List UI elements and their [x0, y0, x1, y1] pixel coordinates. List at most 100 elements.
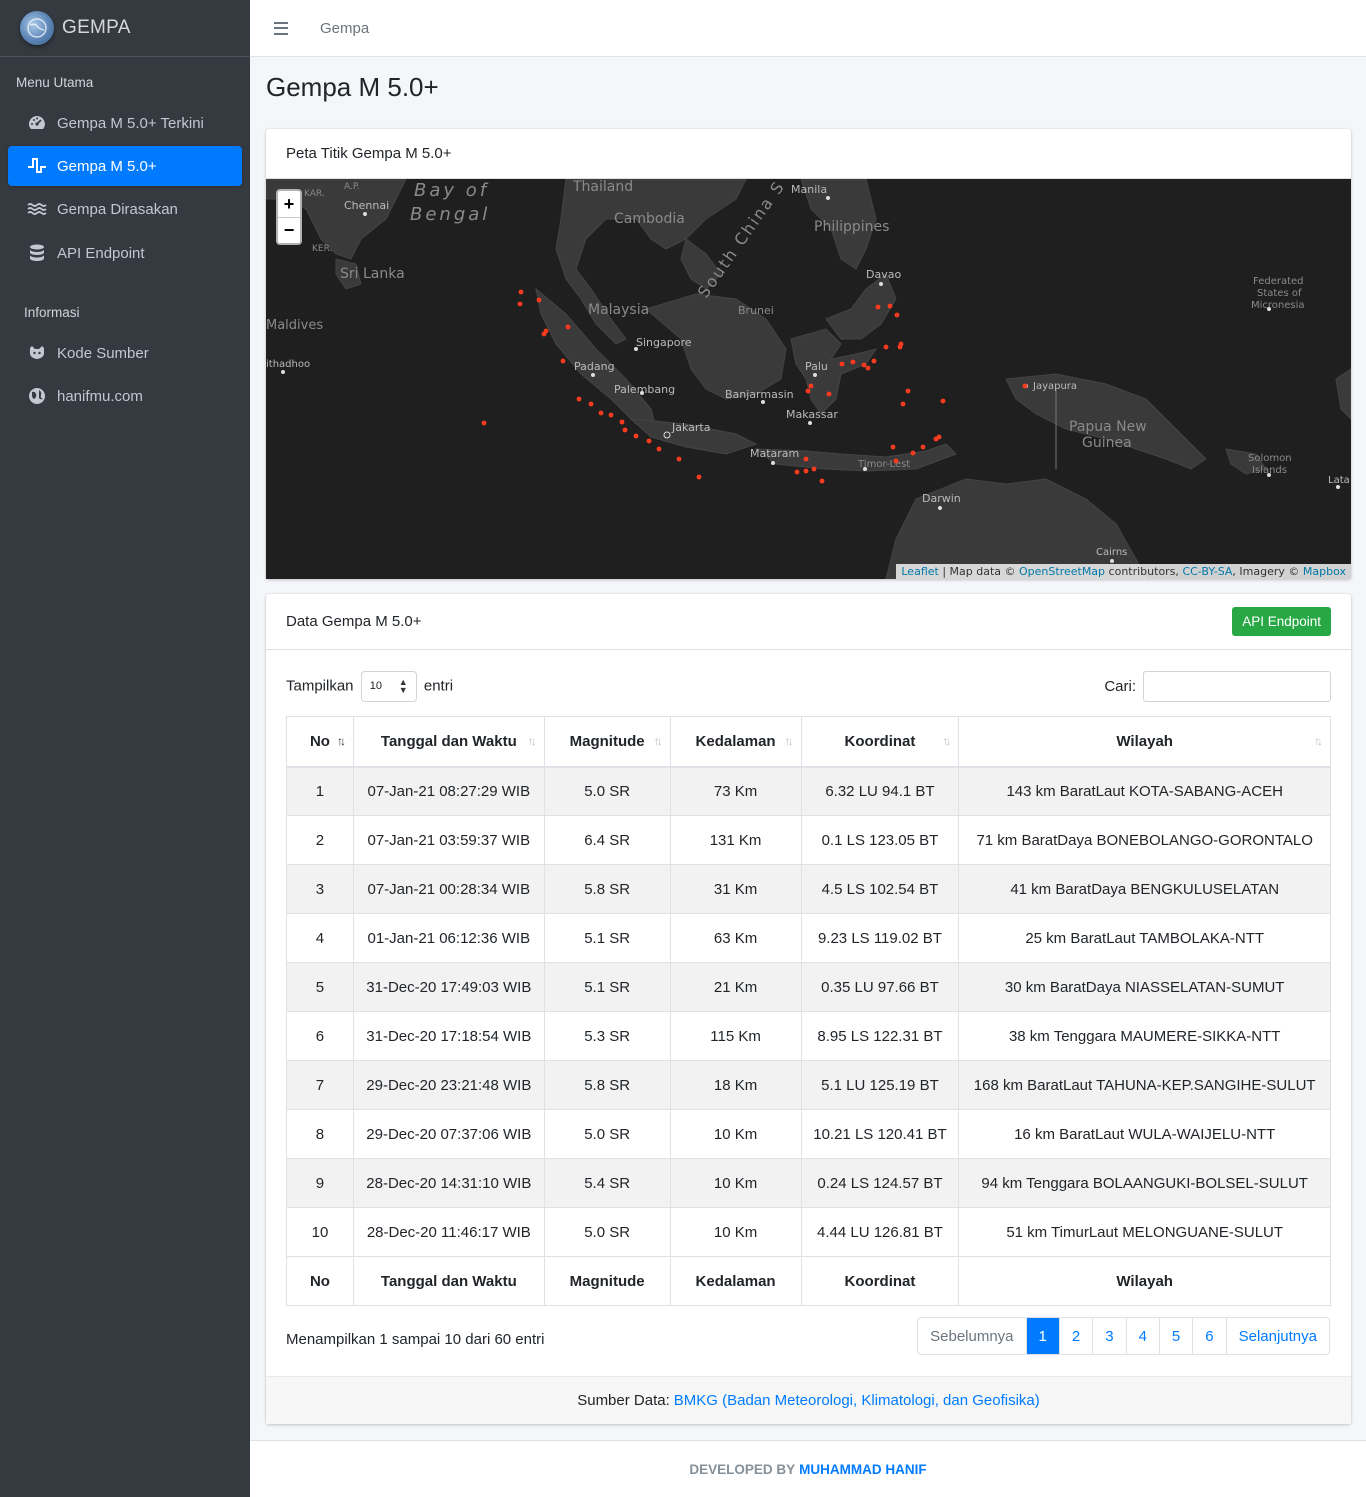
- earthquake-marker[interactable]: [676, 456, 682, 462]
- table-cell: 07-Jan-21 00:28:34 WIB: [352, 864, 545, 914]
- earthquake-marker[interactable]: [894, 312, 900, 318]
- earthquake-marker[interactable]: [808, 383, 814, 389]
- author-link[interactable]: MUHAMMAD HANIF: [799, 1462, 926, 1477]
- earthquake-marker[interactable]: [839, 361, 845, 367]
- earthquake-marker[interactable]: [819, 478, 825, 484]
- column-footer: No: [286, 1256, 354, 1306]
- earthquake-marker[interactable]: [803, 456, 809, 462]
- earthquake-marker[interactable]: [619, 419, 625, 425]
- page-button[interactable]: 1: [1025, 1318, 1059, 1354]
- map-label: KER.: [312, 244, 332, 254]
- map-label: Maldives: [266, 318, 323, 333]
- earthquake-marker[interactable]: [861, 362, 867, 368]
- earthquake-marker[interactable]: [900, 401, 906, 407]
- earthquake-marker[interactable]: [850, 359, 856, 365]
- api-endpoint-button[interactable]: API Endpoint: [1232, 607, 1331, 636]
- brand-link[interactable]: GEMPA: [0, 0, 250, 57]
- earthquake-marker[interactable]: [893, 458, 899, 464]
- earthquake-marker[interactable]: [622, 427, 628, 433]
- earthquake-map[interactable]: Bay of Bengal Thailand Cambodia South Ch…: [266, 179, 1351, 579]
- sidebar-item-gempa-m5[interactable]: Gempa M 5.0+: [8, 146, 242, 186]
- earthquake-marker[interactable]: [1022, 383, 1028, 389]
- map-attribution: Leaflet | Map data © OpenStreetMap contr…: [896, 564, 1351, 579]
- nav-link-gempa[interactable]: Gempa: [320, 20, 369, 37]
- earthquake-marker[interactable]: [794, 469, 800, 475]
- column-header[interactable]: Wilayah ↑↓: [958, 716, 1331, 768]
- earthquake-marker[interactable]: [598, 410, 604, 416]
- table-cell: 5.8 SR: [543, 1060, 671, 1110]
- earthquake-marker[interactable]: [646, 438, 652, 444]
- earthquake-marker[interactable]: [887, 303, 893, 309]
- bmkg-link[interactable]: BMKG (Badan Meteorologi, Klimatologi, da…: [674, 1392, 1040, 1409]
- table-cell: 29-Dec-20 07:37:06 WIB: [352, 1109, 545, 1159]
- page-button[interactable]: 5: [1158, 1318, 1192, 1354]
- table-cell: 25 km BaratLaut TAMBOLAKA-NTT: [958, 913, 1331, 963]
- menu-toggle-icon[interactable]: [274, 21, 288, 35]
- earthquake-marker[interactable]: [871, 358, 877, 364]
- license-link[interactable]: CC-BY-SA: [1182, 565, 1232, 578]
- earthquake-marker[interactable]: [826, 391, 832, 397]
- earthquake-marker[interactable]: [633, 433, 639, 439]
- earthquake-marker[interactable]: [481, 420, 487, 426]
- earthquake-marker[interactable]: [517, 301, 523, 307]
- table-cell: 94 km Tenggara BOLAANGUKI-BOLSEL-SULUT: [958, 1158, 1331, 1208]
- earthquake-marker[interactable]: [865, 365, 871, 371]
- page-length-select[interactable]: 10 ▲ ▼: [360, 670, 417, 702]
- earthquake-marker[interactable]: [883, 344, 889, 350]
- sidebar-item-kode-sumber[interactable]: Kode Sumber: [8, 333, 242, 373]
- earthquake-marker[interactable]: [565, 324, 571, 330]
- earthquake-marker[interactable]: [656, 446, 662, 452]
- earthquake-marker[interactable]: [875, 304, 881, 310]
- page-button[interactable]: 3: [1092, 1318, 1125, 1354]
- earthquake-marker[interactable]: [920, 444, 926, 450]
- earthquake-marker[interactable]: [898, 341, 904, 347]
- earthquake-marker[interactable]: [560, 358, 566, 364]
- page-footer: DEVELOPED BY MUHAMMAD HANIF: [250, 1440, 1366, 1497]
- table-cell: 0.35 LU 97.66 BT: [800, 962, 960, 1012]
- osm-link[interactable]: OpenStreetMap: [1019, 565, 1105, 578]
- column-header-label: Koordinat: [844, 732, 916, 750]
- column-header-label: Wilayah: [1116, 732, 1173, 750]
- earthquake-marker[interactable]: [541, 331, 547, 337]
- earthquake-marker[interactable]: [940, 398, 946, 404]
- search-input[interactable]: [1143, 670, 1331, 702]
- earthquake-marker[interactable]: [576, 396, 582, 402]
- column-header[interactable]: No ↑↓: [286, 716, 354, 768]
- column-footer: Koordinat: [800, 1256, 960, 1306]
- table-cell: 143 km BaratLaut KOTA-SABANG-ACEH: [958, 766, 1331, 816]
- github-icon: [27, 343, 47, 363]
- column-header[interactable]: Magnitude ↑↓: [543, 716, 671, 768]
- earthquake-marker[interactable]: [608, 412, 614, 418]
- sidebar-item-api[interactable]: API Endpoint: [8, 233, 242, 273]
- sidebar-item-dirasakan[interactable]: Gempa Dirasakan: [8, 189, 242, 229]
- earthquake-marker[interactable]: [811, 466, 817, 472]
- earthquake-marker[interactable]: [805, 388, 811, 394]
- page-button[interactable]: 2: [1058, 1318, 1092, 1354]
- earthquake-marker[interactable]: [905, 388, 911, 394]
- next-page-button[interactable]: Selanjutnya: [1225, 1318, 1329, 1354]
- database-icon: [27, 243, 47, 263]
- column-header[interactable]: Tanggal dan Waktu ↑↓: [352, 716, 545, 768]
- earthquake-marker[interactable]: [536, 297, 542, 303]
- page-button[interactable]: 6: [1192, 1318, 1225, 1354]
- earthquake-marker[interactable]: [518, 289, 524, 295]
- earthquake-marker[interactable]: [910, 450, 916, 456]
- column-header[interactable]: Kedalaman ↑↓: [669, 716, 802, 768]
- table-row: 1 07-Jan-21 08:27:29 WIB 5.0 SR 73 Km 6.32 L…: [286, 766, 1331, 816]
- column-header[interactable]: Koordinat ↑↓: [800, 716, 960, 768]
- sidebar-item-hanifmu[interactable]: hanifmu.com: [8, 376, 242, 416]
- map-label: Thailand: [572, 179, 633, 195]
- leaflet-link[interactable]: Leaflet: [901, 565, 938, 578]
- zoom-in-button[interactable]: +: [278, 191, 300, 217]
- page-button[interactable]: 4: [1125, 1318, 1159, 1354]
- zoom-out-button[interactable]: −: [278, 217, 300, 243]
- earthquake-marker[interactable]: [588, 401, 594, 407]
- table-cell: 4.44 LU 126.81 BT: [800, 1207, 960, 1257]
- previous-page-button[interactable]: Sebelumnya: [918, 1318, 1025, 1354]
- sidebar-item-terkini[interactable]: Gempa M 5.0+ Terkini: [8, 103, 242, 143]
- earthquake-marker[interactable]: [696, 474, 702, 480]
- earthquake-marker[interactable]: [803, 468, 809, 474]
- earthquake-marker[interactable]: [933, 436, 939, 442]
- earthquake-marker[interactable]: [890, 444, 896, 450]
- mapbox-link[interactable]: Mapbox: [1303, 565, 1346, 578]
